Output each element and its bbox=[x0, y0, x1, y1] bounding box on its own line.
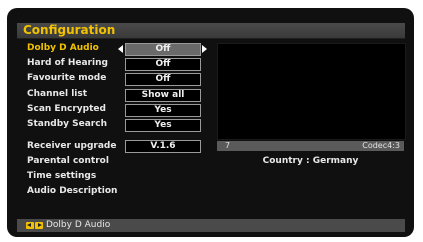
menu-item-dolby-d-audio[interactable]: Dolby D Audio bbox=[27, 42, 99, 54]
divider bbox=[17, 38, 405, 39]
title-bar: Configuration bbox=[17, 23, 405, 38]
menu-item-favourite-mode[interactable]: Favourite mode bbox=[27, 72, 106, 84]
arrow-left-icon[interactable] bbox=[118, 45, 123, 53]
receiver-upgrade-value[interactable]: V.1.6 bbox=[125, 140, 201, 153]
hard-of-hearing-value[interactable]: Off bbox=[125, 58, 201, 71]
footer-hint-bar: Dolby D Audio bbox=[17, 219, 405, 232]
menu-item-scan-encrypted[interactable]: Scan Encrypted bbox=[27, 103, 106, 115]
menu-item-receiver-upgrade[interactable]: Receiver upgrade bbox=[27, 140, 116, 152]
menu-item-parental-control[interactable]: Parental control bbox=[27, 155, 109, 167]
right-key-icon bbox=[35, 222, 43, 229]
codec-label: Codec4:3 bbox=[362, 141, 400, 150]
menu-item-audio-description[interactable]: Audio Description bbox=[27, 185, 117, 197]
country-label: Country : Germany bbox=[262, 156, 359, 166]
scan-encrypted-value[interactable]: Yes bbox=[125, 104, 201, 117]
channel-number: 7 bbox=[225, 141, 231, 150]
arrow-right-icon[interactable] bbox=[202, 45, 207, 53]
left-key-icon bbox=[26, 222, 34, 229]
page-title: Configuration bbox=[23, 23, 116, 37]
channel-list-value[interactable]: Show all bbox=[125, 89, 201, 102]
video-preview bbox=[217, 43, 406, 140]
footer-hint: Dolby D Audio bbox=[46, 220, 111, 230]
standby-search-value[interactable]: Yes bbox=[125, 119, 201, 132]
dolby-d-audio-value[interactable]: Off bbox=[125, 43, 201, 56]
menu-item-time-settings[interactable]: Time settings bbox=[27, 170, 96, 182]
favourite-mode-value[interactable]: Off bbox=[125, 73, 201, 86]
menu-item-hard-of-hearing[interactable]: Hard of Hearing bbox=[27, 57, 108, 69]
preview-status-bar: 7 Codec4:3 bbox=[217, 141, 404, 151]
menu-item-standby-search[interactable]: Standby Search bbox=[27, 118, 107, 130]
menu-item-channel-list[interactable]: Channel list bbox=[27, 88, 87, 100]
